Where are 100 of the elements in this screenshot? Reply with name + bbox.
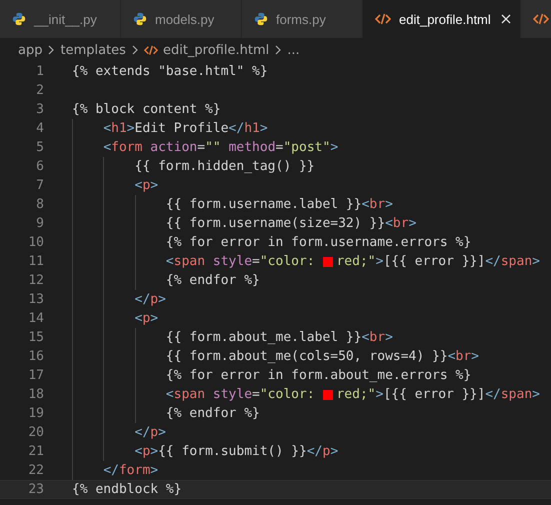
code-text: < xyxy=(134,178,142,193)
code-text: h1 xyxy=(111,121,127,136)
code-text: > xyxy=(150,463,158,478)
code-text: = xyxy=(252,387,260,402)
code-text: {% endfor %} xyxy=(166,273,260,288)
line-number: 12 xyxy=(27,273,44,288)
code-text: </ xyxy=(103,463,119,478)
line-number: 5 xyxy=(35,140,44,155)
line-number: 14 xyxy=(27,311,44,326)
code-text: < xyxy=(134,311,142,326)
code-text: "color: xyxy=(260,254,316,269)
code-text: > xyxy=(260,121,268,136)
breadcrumb-item[interactable]: edit_profile.html xyxy=(162,42,270,58)
code-text: h1 xyxy=(244,121,260,136)
code-text: > xyxy=(150,444,158,459)
code-text: </ xyxy=(228,121,244,136)
code-text: "color: xyxy=(260,387,316,402)
code-text: > xyxy=(150,311,158,326)
code-text: {% for error in form.username.errors %} xyxy=(166,235,472,250)
code-text: [{{ error }}] xyxy=(383,387,486,402)
code-text: < xyxy=(166,387,174,402)
code-text: > xyxy=(408,216,416,231)
code-text: > xyxy=(150,178,158,193)
code-text: br xyxy=(456,349,472,364)
code-text: p xyxy=(142,311,150,326)
code-text: p xyxy=(142,178,150,193)
line-number: 2 xyxy=(35,83,44,98)
code-text: > xyxy=(158,425,166,440)
breadcrumb-item[interactable]: ... xyxy=(287,42,300,58)
line-number: 7 xyxy=(35,178,44,193)
code-text: < xyxy=(166,254,174,269)
code-text: = xyxy=(276,140,284,155)
code-text: > xyxy=(376,254,384,269)
code-text: style xyxy=(212,254,252,269)
line-number: 9 xyxy=(35,216,44,231)
code-text: span xyxy=(500,387,532,402)
code-text: action xyxy=(150,140,198,155)
code-text: {% extends "base.html" %} xyxy=(72,64,268,79)
code-text: method xyxy=(228,140,276,155)
line-number: 19 xyxy=(27,406,44,421)
code-text: span xyxy=(174,387,206,402)
code-text: > xyxy=(471,349,479,364)
code-text: > xyxy=(330,444,338,459)
code-text: br xyxy=(369,330,386,345)
code-text: {{ form.submit() }} xyxy=(158,444,307,459)
code-text: red;" xyxy=(336,387,376,402)
code-text: red;" xyxy=(336,254,376,269)
code-text: span xyxy=(174,254,206,269)
line-number: 1 xyxy=(35,64,44,79)
line-number: 10 xyxy=(27,235,44,250)
code-text: p xyxy=(150,292,158,307)
line-number: 18 xyxy=(27,387,44,402)
line-number: 8 xyxy=(35,197,44,212)
code-text: > xyxy=(126,121,135,136)
editor-tab[interactable]: edit_profile.html xyxy=(363,0,520,38)
code-text: < xyxy=(385,216,393,231)
line-number: 20 xyxy=(27,425,44,440)
code-text: > xyxy=(158,292,166,307)
code-text: span xyxy=(500,254,532,269)
code-text: {{ form.username(size=32) }} xyxy=(166,216,386,231)
code-text: {{ form.about_me.label }} xyxy=(166,330,362,345)
line-number: 11 xyxy=(27,254,44,269)
code-text: {% block content %} xyxy=(72,102,221,117)
code-text: = xyxy=(252,254,260,269)
code-text: {{ form.hidden_tag() }} xyxy=(134,159,315,174)
line-number: 15 xyxy=(27,330,44,345)
code-text: {{ form.username.label }} xyxy=(166,197,362,212)
code-text: form xyxy=(118,463,150,478)
breadcrumb-item[interactable]: app xyxy=(18,42,42,58)
line-number: 3 xyxy=(35,102,44,117)
code-text: </ xyxy=(306,444,322,459)
line-number: 22 xyxy=(27,463,44,478)
editor-tab[interactable]: models.py xyxy=(121,0,241,38)
code-text: Edit Profile xyxy=(134,121,229,136)
code-text: </ xyxy=(485,254,501,269)
code-text: style xyxy=(212,387,252,402)
code-text: < xyxy=(362,330,370,345)
code-text: p xyxy=(322,444,330,459)
code-text: [{{ error }}] xyxy=(383,254,486,269)
code-text: > xyxy=(385,197,393,212)
line-number: 23 xyxy=(27,482,44,497)
code-text: > xyxy=(532,254,540,269)
editor-tab[interactable]: __init__.py xyxy=(0,0,120,38)
code-text: {% for error in form.about_me.errors %} xyxy=(166,368,472,383)
line-number: 16 xyxy=(27,349,44,364)
code-text: = xyxy=(197,140,206,155)
editor-tab[interactable]: forms.py xyxy=(242,0,362,38)
code-text: > xyxy=(532,387,540,402)
code-text: </ xyxy=(134,425,150,440)
code-text: "post" xyxy=(283,140,330,155)
code-text: < xyxy=(362,197,370,212)
code-text: br xyxy=(392,216,409,231)
code-text: {% endblock %} xyxy=(72,482,182,497)
code-text: {{ form.about_me(cols=50, rows=4) }} xyxy=(166,349,448,364)
code-text: {% endfor %} xyxy=(166,406,260,421)
line-number: 6 xyxy=(35,159,44,174)
breadcrumb-item[interactable]: templates xyxy=(60,42,126,58)
line-number: 17 xyxy=(27,368,44,383)
code-text: > xyxy=(376,387,384,402)
code-text: > xyxy=(385,330,393,345)
